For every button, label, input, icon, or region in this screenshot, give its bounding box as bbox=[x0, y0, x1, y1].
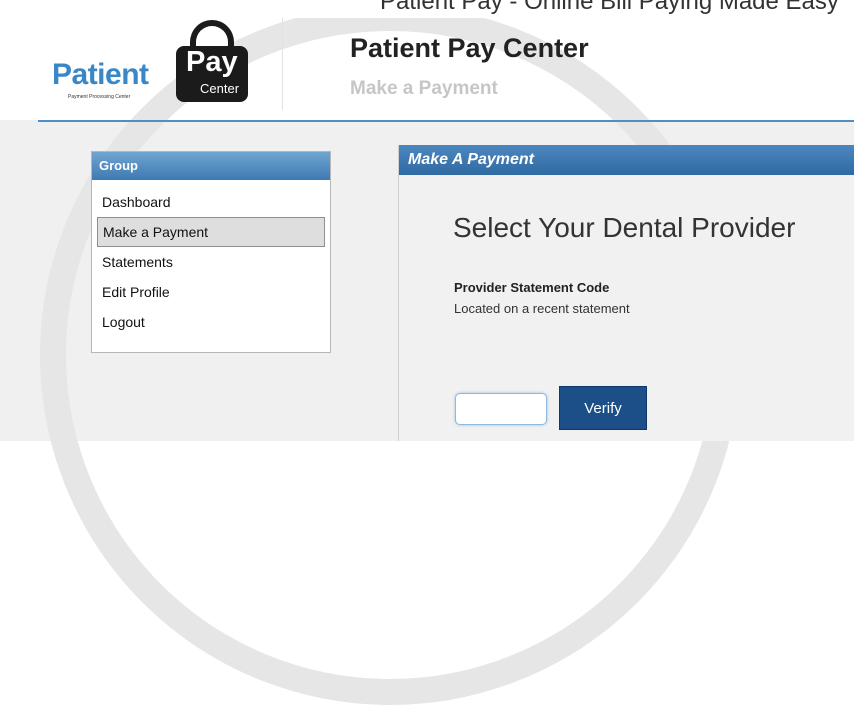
sidebar-item-statements[interactable]: Statements bbox=[97, 247, 325, 277]
logo-pay-text: Pay bbox=[186, 46, 238, 78]
payment-panel: Make A Payment Select Your Dental Provid… bbox=[398, 145, 854, 441]
sidebar-list: Dashboard Make a Payment Statements Edit… bbox=[92, 180, 330, 337]
verify-button[interactable]: Verify bbox=[559, 386, 647, 430]
sidebar-title: Group bbox=[92, 152, 330, 180]
padlock-icon: Pay Center bbox=[176, 20, 252, 106]
sidebar-item-dashboard[interactable]: Dashboard bbox=[97, 187, 325, 217]
logo-tagline: Payment Processing Center bbox=[68, 94, 131, 100]
page-subtitle: Make a Payment bbox=[350, 78, 498, 99]
provider-heading: Select Your Dental Provider bbox=[453, 212, 796, 243]
panel-title: Make A Payment bbox=[399, 145, 854, 175]
page-title: Patient Pay Center bbox=[350, 33, 589, 63]
header-rule bbox=[38, 120, 854, 122]
sidebar-item-edit-profile[interactable]: Edit Profile bbox=[97, 277, 325, 307]
statement-code-help: Located on a recent statement bbox=[454, 301, 630, 316]
top-edge-strip: Patient Pay - Online Bill Paying Made Ea… bbox=[0, 0, 854, 18]
logo-word: Patient bbox=[52, 58, 149, 91]
sidebar-menu: Group Dashboard Make a Payment Statement… bbox=[91, 151, 331, 353]
logo-center-text: Center bbox=[200, 81, 240, 96]
patient-pay-logo: Patient Payment Processing Center Pay Ce… bbox=[52, 20, 262, 110]
statement-code-label: Provider Statement Code bbox=[454, 280, 610, 295]
sidebar-item-make-a-payment[interactable]: Make a Payment bbox=[97, 217, 325, 247]
cropped-top-text: Patient Pay - Online Bill Paying Made Ea… bbox=[380, 0, 839, 15]
header-divider bbox=[282, 18, 283, 110]
sidebar-item-logout[interactable]: Logout bbox=[97, 307, 325, 337]
statement-code-input[interactable] bbox=[455, 393, 547, 425]
